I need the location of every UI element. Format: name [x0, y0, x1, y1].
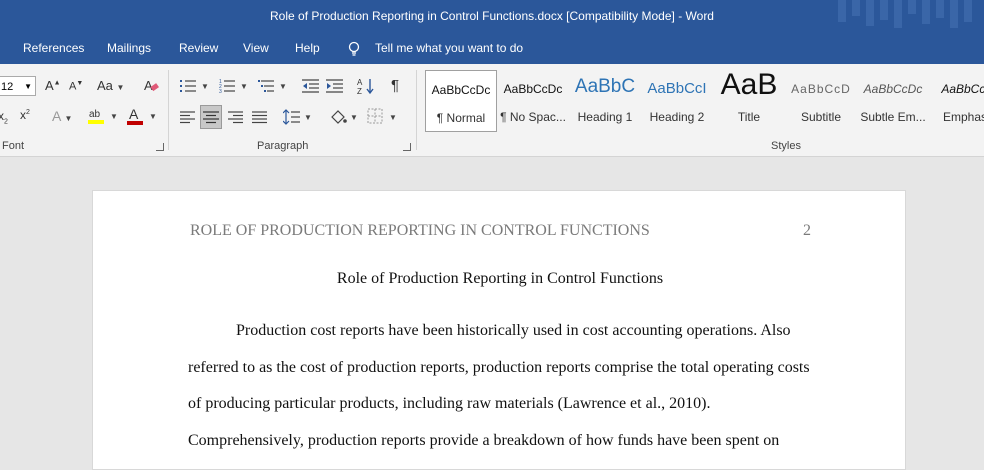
tab-mailings[interactable]: Mailings: [107, 32, 151, 64]
styles-gallery: AaBbCcDc ¶ Normal AaBbCcDc ¶ No Spac... …: [425, 68, 984, 132]
bullets-icon[interactable]: [180, 78, 198, 94]
body-line: Comprehensively, production reports prov…: [188, 432, 780, 449]
chevron-down-icon[interactable]: ▼: [350, 111, 358, 123]
subscript-icon[interactable]: x2: [0, 109, 8, 125]
style-name: ¶ Normal: [436, 111, 486, 125]
clear-formatting-icon[interactable]: A: [143, 77, 159, 93]
increase-indent-icon[interactable]: [326, 78, 344, 94]
style-preview: AaB: [720, 68, 778, 101]
superscript-icon[interactable]: x2: [20, 108, 30, 122]
tab-view[interactable]: View: [243, 32, 269, 64]
highlight-color-icon[interactable]: ab: [87, 106, 107, 126]
grow-font-icon[interactable]: A▲: [45, 78, 61, 93]
highlight-swatch: [88, 120, 104, 124]
style-name: Emphas: [942, 110, 984, 124]
tab-review[interactable]: Review: [179, 32, 218, 64]
paragraph-dialog-launcher[interactable]: [403, 143, 411, 151]
sort-icon[interactable]: AZ: [357, 77, 375, 95]
borders-icon[interactable]: [367, 108, 383, 124]
style-name: Title: [737, 110, 761, 124]
chevron-down-icon[interactable]: ▼: [24, 77, 32, 97]
font-color-swatch: [127, 121, 143, 125]
style-preview: AaBbCcDc: [503, 82, 563, 96]
line-spacing-icon[interactable]: [283, 108, 301, 126]
chevron-down-icon[interactable]: ▼: [240, 80, 248, 92]
align-center-button[interactable]: [200, 105, 222, 129]
style-name: Heading 1: [577, 110, 633, 124]
tell-me-search[interactable]: Tell me what you want to do: [375, 32, 523, 64]
show-formatting-marks-icon[interactable]: ¶: [391, 77, 399, 94]
shading-icon[interactable]: [328, 107, 348, 127]
ribbon-tabs: References Mailings Review View Help Tel…: [0, 32, 984, 64]
chevron-down-icon[interactable]: ▼: [304, 111, 312, 123]
align-left-icon[interactable]: [180, 109, 196, 125]
justify-icon[interactable]: [252, 109, 268, 125]
style-normal[interactable]: AaBbCcDc ¶ Normal: [425, 70, 497, 132]
style-name: Subtitle: [800, 110, 842, 124]
chevron-down-icon[interactable]: ▼: [149, 110, 157, 122]
svg-text:3: 3: [219, 89, 222, 94]
group-divider: [168, 70, 169, 150]
text-effects-icon[interactable]: A ▼: [52, 108, 72, 124]
svg-text:A: A: [357, 78, 363, 87]
style-name: Subtle Em...: [860, 110, 926, 124]
chevron-down-icon[interactable]: ▼: [389, 111, 397, 123]
align-center-icon: [203, 111, 219, 124]
align-right-icon[interactable]: [228, 109, 244, 125]
group-divider: [416, 70, 417, 150]
chevron-down-icon[interactable]: ▼: [201, 80, 209, 92]
font-dialog-launcher[interactable]: [156, 143, 164, 151]
document-page[interactable]: ROLE OF PRODUCTION REPORTING IN CONTROL …: [92, 190, 906, 470]
running-header: ROLE OF PRODUCTION REPORTING IN CONTROL …: [190, 222, 650, 239]
decrease-indent-icon[interactable]: [302, 78, 320, 94]
svg-text:ab: ab: [89, 109, 101, 120]
tab-references[interactable]: References: [23, 32, 84, 64]
style-name: Heading 2: [649, 110, 705, 124]
style-preview: AaBbCcI: [647, 80, 707, 97]
style-subtitle[interactable]: AaBbCcD Subtitle: [785, 70, 857, 132]
numbering-icon[interactable]: 123: [219, 78, 237, 94]
style-subtle-emphasis[interactable]: AaBbCcDc Subtle Em...: [857, 70, 929, 132]
font-color-icon[interactable]: A: [126, 106, 146, 126]
svg-text:Z: Z: [357, 87, 362, 95]
style-preview: AaBbCcDc: [863, 82, 923, 96]
style-preview: AaBbC: [574, 76, 636, 97]
style-preview: AaBbCcDc: [431, 83, 491, 97]
style-preview: AaBbCcD: [791, 82, 851, 96]
style-heading-1[interactable]: AaBbC Heading 1: [569, 70, 641, 132]
body-line: referred to as the cost of production re…: [188, 359, 810, 376]
style-heading-2[interactable]: AaBbCcI Heading 2: [641, 70, 713, 132]
ribbon: 12 ▼ A▲ A▼ Aa ▼ A x2 x2 A ▼ ab ▼ A ▼ Fon…: [0, 64, 984, 157]
shrink-font-icon[interactable]: A▼: [69, 80, 83, 93]
multilevel-list-icon[interactable]: [258, 78, 276, 94]
chevron-down-icon[interactable]: ▼: [110, 110, 118, 122]
style-title[interactable]: AaB Title: [713, 68, 785, 132]
lightbulb-icon[interactable]: [347, 41, 361, 57]
title-bar: Role of Production Reporting in Control …: [0, 0, 984, 32]
body-line: of producing particular products, includ…: [188, 395, 711, 412]
document-title: Role of Production Reporting in Control …: [336, 270, 664, 287]
chevron-down-icon[interactable]: ▼: [279, 80, 287, 92]
tab-help[interactable]: Help: [295, 32, 320, 64]
style-emphasis[interactable]: AaBbCcI Emphas: [929, 70, 984, 132]
style-preview: AaBbCcI: [941, 82, 984, 96]
page-number: 2: [803, 222, 811, 239]
svg-text:A: A: [129, 106, 139, 122]
font-size-value: 12: [1, 81, 14, 93]
styles-group-label: Styles: [771, 140, 801, 152]
title-bar-pattern: [838, 0, 972, 28]
change-case-icon[interactable]: Aa ▼: [97, 78, 124, 93]
svg-text:A: A: [144, 78, 153, 93]
style-name: ¶ No Spac...: [500, 110, 566, 124]
font-group-label: Font: [2, 140, 25, 152]
paragraph-group-label: Paragraph: [257, 140, 309, 152]
style-no-spacing[interactable]: AaBbCcDc ¶ No Spac...: [497, 70, 569, 132]
body-line: Production cost reports have been histor…: [236, 322, 791, 339]
font-size-box[interactable]: 12 ▼: [0, 76, 36, 96]
